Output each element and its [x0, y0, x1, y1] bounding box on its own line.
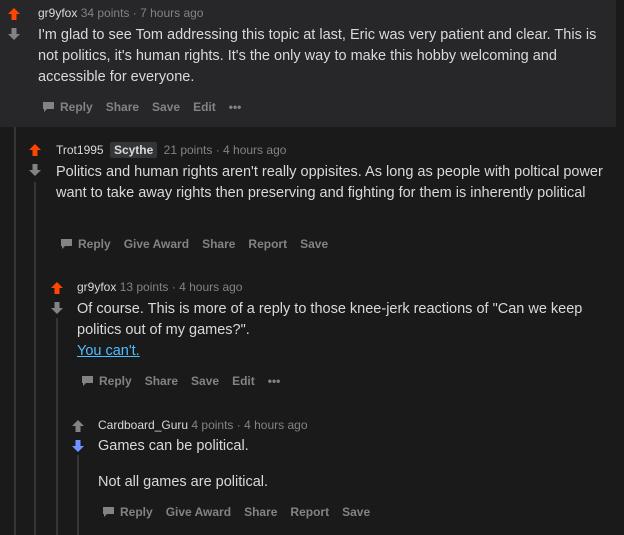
comment-actions: Reply Share Save Edit ••• [81, 374, 280, 388]
reply-button[interactable]: Reply [60, 237, 111, 251]
vote-column [47, 278, 67, 318]
comment-body: Of course. This is more of a reply to th… [77, 299, 612, 362]
author-name[interactable]: Cardboard_Guru [98, 418, 188, 432]
author-name[interactable]: gr9yfox [77, 280, 116, 294]
comment: gr9yfox 13 points · 4 hours ago Of cours… [0, 264, 624, 400]
comment-meta: Cardboard_Guru 4 points · 4 hours ago [98, 418, 308, 432]
edit-button[interactable]: Edit [193, 100, 216, 114]
comment-text: Not all games are political. [98, 474, 269, 490]
reply-button[interactable]: Reply [42, 100, 93, 114]
give-award-button[interactable]: Give Award [124, 237, 189, 251]
separator: · [236, 418, 241, 432]
report-button[interactable]: Report [248, 237, 287, 251]
downvote-arrow-icon[interactable] [25, 160, 45, 180]
reply-icon [103, 507, 114, 517]
author-name[interactable]: gr9yfox [38, 6, 77, 20]
comment-text: Politics and human rights aren't really … [56, 164, 603, 201]
vote-column [25, 140, 45, 180]
reply-button[interactable]: Reply [102, 505, 153, 519]
comment-body: Games can be political. Not all games ar… [98, 436, 612, 493]
save-button[interactable]: Save [191, 374, 219, 388]
save-button[interactable]: Save [342, 505, 370, 519]
separator: · [132, 6, 137, 20]
user-flair: Scythe [109, 142, 158, 158]
timestamp[interactable]: 4 hours ago [244, 418, 307, 432]
reply-icon [43, 102, 54, 112]
vote-column [4, 4, 24, 44]
more-options-icon[interactable]: ••• [268, 374, 281, 388]
comment-text: Of course. This is more of a reply to th… [77, 301, 583, 338]
share-button[interactable]: Share [202, 237, 235, 251]
timestamp[interactable]: 7 hours ago [140, 6, 203, 20]
more-options-icon[interactable]: ••• [229, 100, 242, 114]
upvote-arrow-icon[interactable] [47, 278, 67, 298]
points: 34 points [80, 6, 130, 20]
share-button[interactable]: Share [106, 100, 139, 114]
give-award-button[interactable]: Give Award [166, 505, 231, 519]
comment-body: Politics and human rights aren't really … [56, 162, 612, 204]
upvote-arrow-icon[interactable] [68, 416, 88, 436]
downvote-arrow-icon[interactable] [47, 298, 67, 318]
timestamp[interactable]: 4 hours ago [223, 143, 286, 157]
comment-meta: gr9yfox 13 points · 4 hours ago [77, 280, 242, 294]
comment-text: I'm glad to see Tom addressing this topi… [38, 27, 597, 85]
downvote-arrow-icon[interactable] [68, 436, 88, 456]
comment: Trot1995 Scythe 21 points · 4 hours ago … [0, 128, 624, 263]
comment-link[interactable]: You can't. [77, 343, 140, 359]
edit-button[interactable]: Edit [232, 374, 255, 388]
report-button[interactable]: Report [290, 505, 329, 519]
reply-icon [82, 376, 93, 386]
comment-meta: Trot1995 Scythe 21 points · 4 hours ago [56, 142, 286, 158]
separator: · [215, 143, 220, 157]
upvote-arrow-icon[interactable] [4, 4, 24, 24]
comment-meta: gr9yfox 34 points · 7 hours ago [38, 6, 203, 20]
points: 13 points [119, 280, 169, 294]
points: 21 points [163, 143, 213, 157]
comment: gr9yfox 34 points · 7 hours ago I'm glad… [0, 0, 616, 127]
comment-actions: Reply Share Save Edit ••• [42, 100, 241, 114]
author-name[interactable]: Trot1995 [56, 143, 104, 157]
comment-body: I'm glad to see Tom addressing this topi… [38, 25, 610, 88]
comment-text: Games can be political. [98, 438, 249, 454]
save-button[interactable]: Save [152, 100, 180, 114]
reply-icon [61, 239, 72, 249]
save-button[interactable]: Save [300, 237, 328, 251]
downvote-arrow-icon[interactable] [4, 24, 24, 44]
vote-column [68, 416, 88, 456]
share-button[interactable]: Share [244, 505, 277, 519]
points: 4 points [191, 418, 234, 432]
timestamp[interactable]: 4 hours ago [179, 280, 242, 294]
upvote-arrow-icon[interactable] [25, 140, 45, 160]
comment-actions: Reply Give Award Share Report Save [60, 237, 328, 251]
reply-button[interactable]: Reply [81, 374, 132, 388]
comment-actions: Reply Give Award Share Report Save [102, 505, 370, 519]
separator: · [171, 280, 176, 294]
comment: Cardboard_Guru 4 points · 4 hours ago Ga… [0, 400, 624, 535]
share-button[interactable]: Share [145, 374, 178, 388]
